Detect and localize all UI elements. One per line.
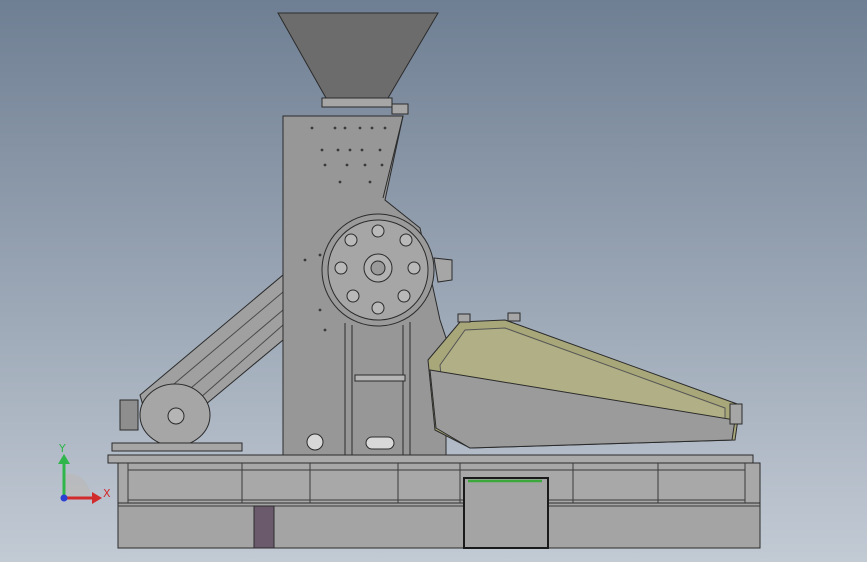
cad-viewport[interactable]: Y X [0,0,867,562]
guard-tab-2 [507,312,521,322]
base-upper-band [117,462,761,504]
crusher-assembly-drawing: Y X [0,0,867,562]
guard-tab-1 [457,313,471,323]
base-top-rail [107,454,754,464]
housing-port [306,433,324,451]
base-pit-opening[interactable] [463,477,549,549]
hopper-bracket [391,103,409,115]
hopper-flange [321,97,393,108]
motor-endcap [119,399,139,431]
motor-base [111,442,243,452]
guard-bracket [729,403,743,425]
base-spacer-block [253,505,275,549]
triad-z-axis [60,494,68,502]
housing-window [354,374,406,382]
motor-pulley [167,407,185,425]
triad-x-label: X [103,487,111,500]
triad-y-label: Y [58,442,66,455]
housing-slot [365,436,395,450]
